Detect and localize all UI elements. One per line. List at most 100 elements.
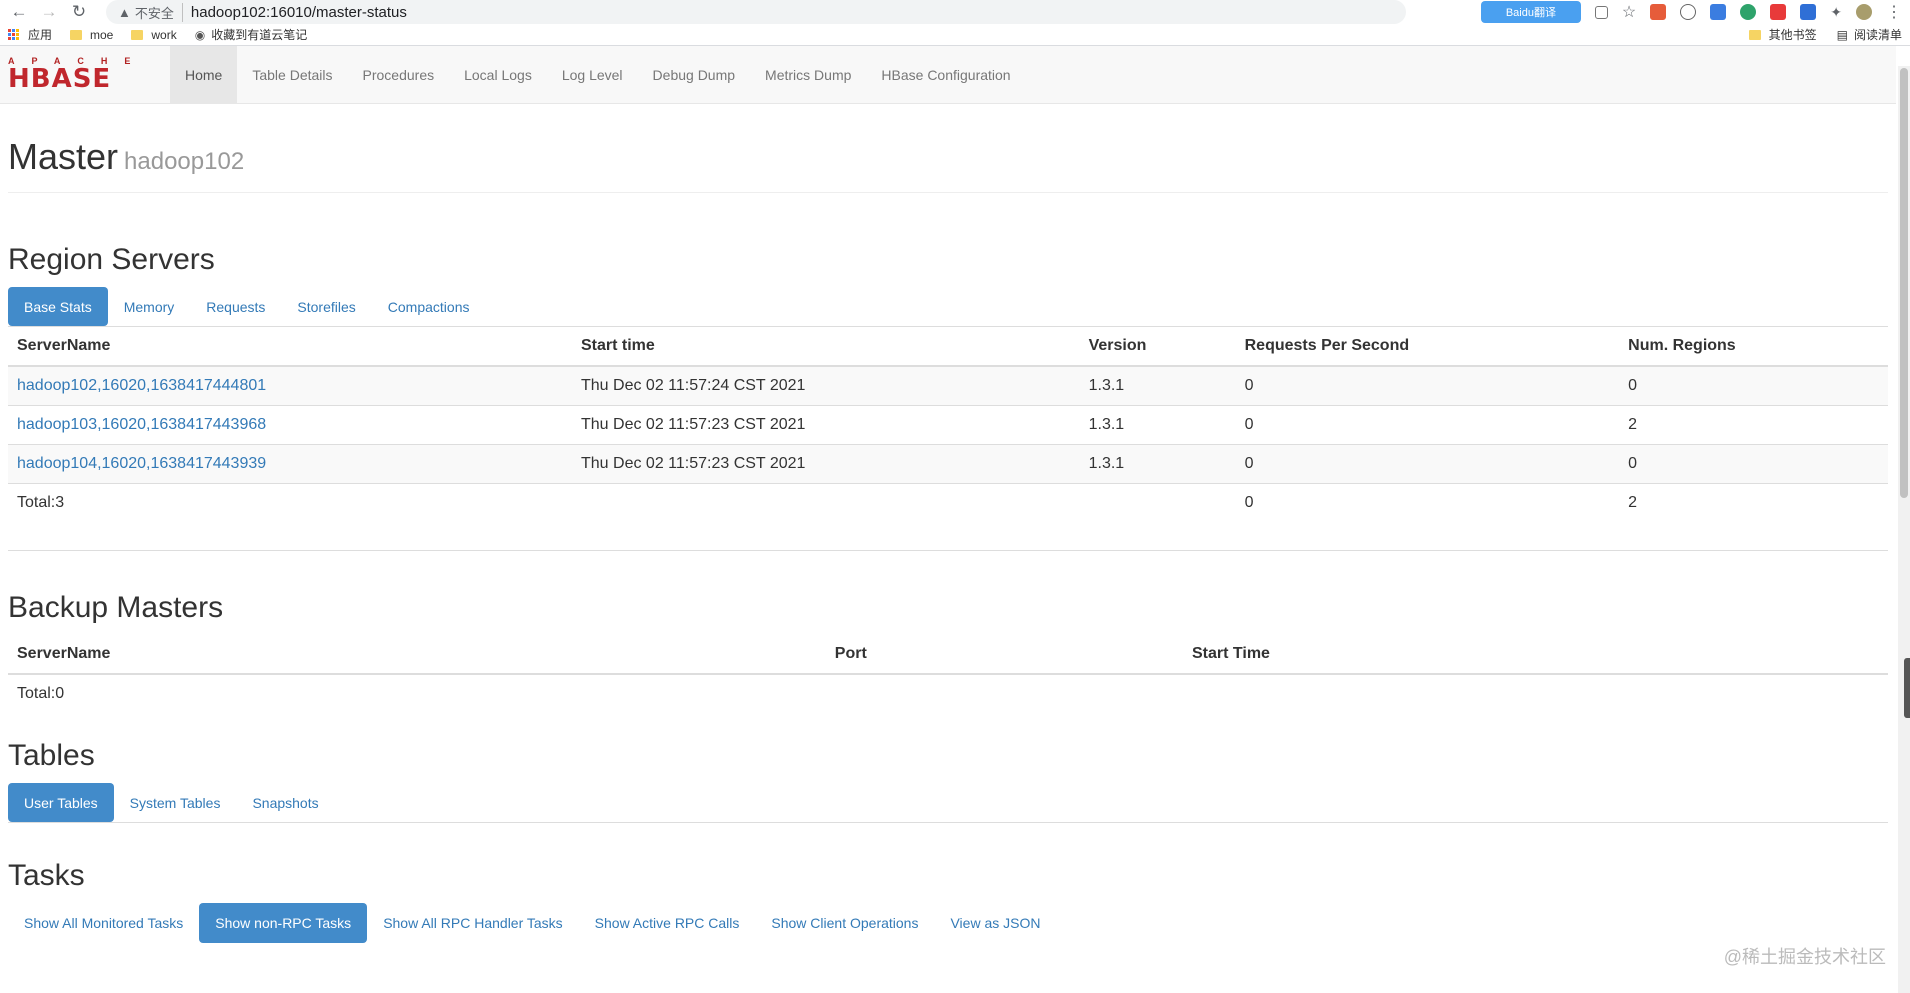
bookmark-youdao[interactable]: ◉ 收藏到有道云笔记	[195, 26, 308, 43]
folder-icon	[131, 29, 144, 40]
reload-icon[interactable]: ↻	[68, 2, 90, 22]
tab-show-all-monitored-tasks[interactable]: Show All Monitored Tasks	[8, 903, 199, 943]
extension-c-icon[interactable]	[1710, 4, 1727, 20]
extensions-area: Baidu翻译 ☆ ✦ ⋮	[1480, 1, 1902, 23]
server-link[interactable]: hadoop104,16020,1638417443939	[17, 455, 266, 472]
region-servers-table: ServerName Start time Version Requests P…	[8, 327, 1888, 522]
main-content: Master hadoop102 Region Servers Base Stat…	[0, 104, 1896, 943]
tables-title: Tables	[8, 739, 95, 772]
side-scroll-handle[interactable]	[1904, 658, 1910, 718]
tables-section: Tables User Tables System Tables Snapsho…	[8, 739, 1888, 823]
extension-f-icon[interactable]	[1800, 4, 1817, 20]
forward-arrow-icon[interactable]: →	[38, 2, 60, 22]
table-cell: hadoop103,16020,1638417443968	[8, 404, 572, 444]
tab-system-tables[interactable]: System Tables	[114, 783, 237, 822]
bookmark-apps[interactable]: 应用	[8, 26, 52, 43]
region-servers-title: Region Servers	[8, 243, 215, 276]
tasks-title: Tasks	[8, 859, 85, 892]
page-title-text: Master	[8, 136, 119, 177]
tab-view-as-json[interactable]: View as JSON	[934, 903, 1056, 943]
nav-log-level[interactable]: Log Level	[547, 46, 638, 104]
table-cell: hadoop102,16020,1638417444801	[8, 365, 572, 405]
tables-tabs: User Tables System Tables Snapshots	[8, 783, 1888, 823]
hbase-logo[interactable]: APACHE HBASE	[8, 56, 146, 94]
star-icon[interactable]: ☆	[1622, 2, 1636, 22]
table-total-row: Total:0	[8, 673, 1888, 713]
table-cell: hadoop104,16020,1638417443939	[8, 443, 572, 483]
table-cell: Thu Dec 02 11:57:23 CST 2021	[572, 443, 1080, 483]
table-cell: 1.3.1	[1079, 404, 1236, 444]
vertical-scrollbar[interactable]	[1898, 66, 1910, 993]
url-text[interactable]: hadoop102:16010/master-status	[191, 4, 407, 21]
avatar[interactable]	[1856, 4, 1872, 20]
hbase-navbar: APACHE HBASE Home Table Details Procedur…	[0, 45, 1896, 104]
nav-debug-dump[interactable]: Debug Dump	[638, 46, 751, 104]
extension-d-icon[interactable]	[1740, 4, 1757, 20]
nav-home[interactable]: Home	[170, 45, 238, 104]
tab-show-client-operations[interactable]: Show Client Operations	[755, 903, 934, 943]
extension-b-icon[interactable]	[1680, 4, 1697, 20]
table-cell: Thu Dec 02 11:57:24 CST 2021	[572, 365, 1080, 405]
tab-base-stats[interactable]: Base Stats	[8, 287, 108, 326]
total-label: Total:3	[8, 482, 572, 522]
table-total-row: Total:3 0 2	[8, 482, 1888, 522]
table-cell: 0	[1619, 365, 1888, 405]
backup-masters-table: ServerName Port Start Time Total:0	[8, 635, 1888, 713]
menu-dots-icon[interactable]: ⋮	[1886, 2, 1902, 22]
table-cell	[572, 482, 1080, 522]
watermark-text: @稀土掘金技术社区	[1723, 947, 1886, 967]
table-header-row: ServerName Start time Version Requests P…	[8, 327, 1888, 367]
tab-memory[interactable]: Memory	[108, 287, 191, 326]
tab-show-active-rpc-calls[interactable]: Show Active RPC Calls	[579, 903, 756, 943]
table-row: hadoop103,16020,1638417443968 Thu Dec 02…	[8, 404, 1888, 444]
nav-table-details[interactable]: Table Details	[237, 46, 347, 104]
bookmark-other[interactable]: 其他书签	[1748, 26, 1817, 43]
table-cell	[825, 674, 1183, 713]
back-arrow-icon[interactable]: ←	[8, 2, 30, 22]
tab-storefiles[interactable]: Storefiles	[281, 287, 371, 326]
folder-icon	[1748, 29, 1761, 40]
column-header: Version	[1079, 327, 1236, 367]
scrollbar-thumb[interactable]	[1900, 68, 1908, 498]
address-bar[interactable]: ▲ 不安全 hadoop102:16010/master-status	[106, 0, 1406, 24]
nav-local-logs[interactable]: Local Logs	[449, 46, 547, 104]
server-link[interactable]: hadoop102,16020,1638417444801	[17, 377, 266, 394]
column-header: ServerName	[8, 327, 572, 367]
logo-hbase-text: HBASE	[8, 63, 112, 94]
puzzle-icon[interactable]: ✦	[1830, 4, 1842, 21]
reading-list-icon: ▤	[1836, 27, 1848, 42]
nav-metrics-dump[interactable]: Metrics Dump	[750, 46, 866, 104]
tab-compactions[interactable]: Compactions	[372, 287, 486, 326]
nav-hbase-configuration[interactable]: HBase Configuration	[866, 46, 1025, 104]
share-icon[interactable]	[1594, 5, 1608, 19]
tab-show-non-rpc-tasks[interactable]: Show non-RPC Tasks	[199, 903, 368, 943]
globe-icon: ◉	[194, 27, 206, 42]
server-link[interactable]: hadoop103,16020,1638417443968	[17, 416, 266, 433]
reading-list[interactable]: ▤ 阅读清单	[1837, 26, 1902, 43]
tasks-tabs: Show All Monitored Tasks Show non-RPC Ta…	[8, 903, 1888, 943]
total-label: Total:0	[8, 673, 826, 713]
total-regions: 2	[1619, 482, 1888, 522]
bookmark-label: 应用	[28, 28, 53, 42]
backup-masters-title: Backup Masters	[8, 591, 224, 624]
nav-procedures[interactable]: Procedures	[348, 46, 450, 104]
translate-extension-button[interactable]: Baidu翻译	[1480, 1, 1581, 23]
tab-requests[interactable]: Requests	[190, 287, 281, 326]
page-header: Master hadoop102	[8, 104, 1888, 193]
column-header: Start Time	[1182, 635, 1888, 675]
tab-snapshots[interactable]: Snapshots	[236, 783, 334, 822]
bookmark-label: 其他书签	[1768, 28, 1817, 42]
bookmark-moe[interactable]: moe	[70, 28, 113, 42]
tab-show-all-rpc-handler-tasks[interactable]: Show All RPC Handler Tasks	[367, 903, 578, 943]
tab-user-tables[interactable]: User Tables	[8, 783, 114, 822]
column-header: Start time	[572, 327, 1080, 367]
table-cell: 1.3.1	[1079, 365, 1236, 405]
bookmark-work[interactable]: work	[131, 28, 177, 42]
table-row: hadoop104,16020,1638417443939 Thu Dec 02…	[8, 443, 1888, 483]
extension-a-icon[interactable]	[1650, 4, 1667, 20]
column-header: Num. Regions	[1619, 327, 1888, 367]
insecure-label: 不安全	[135, 2, 183, 22]
column-header: Port	[825, 635, 1183, 675]
table-cell: 0	[1235, 365, 1620, 405]
extension-e-icon[interactable]	[1770, 4, 1787, 20]
